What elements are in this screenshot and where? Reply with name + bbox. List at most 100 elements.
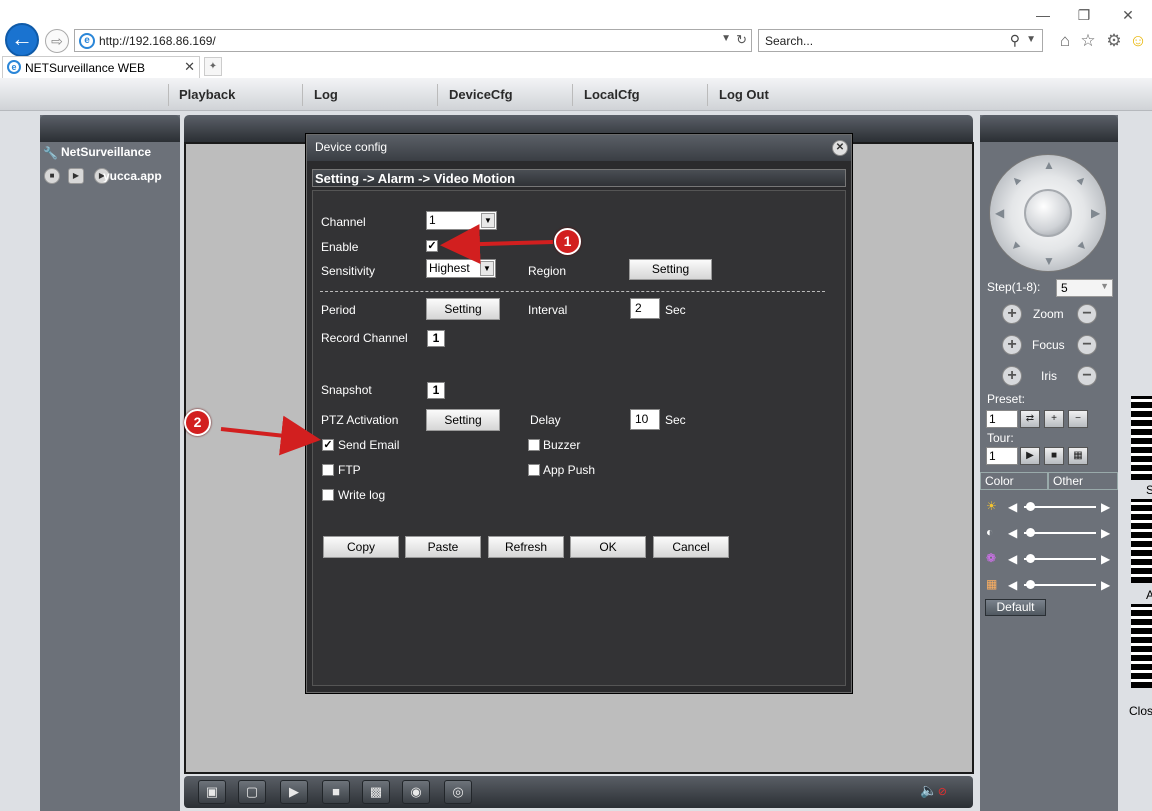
ptz-up-left-icon[interactable]: ▲ <box>1007 171 1025 189</box>
snapshot-channel-box[interactable]: 1 <box>427 382 445 399</box>
default-button[interactable]: Default <box>985 599 1046 616</box>
brightness-slider[interactable]: ☀ ◀ ▶ <box>984 499 1114 515</box>
slider-thumb[interactable] <box>1026 554 1035 563</box>
back-button[interactable]: ← <box>5 23 39 57</box>
channel-select[interactable]: 1 ▼ <box>426 211 497 230</box>
slider-right-icon[interactable]: ▶ <box>1101 578 1110 592</box>
close-window-icon[interactable]: ✕ <box>1116 6 1140 24</box>
home-icon[interactable]: ⌂ <box>1054 30 1076 52</box>
settings-gear-icon[interactable]: ⚙ <box>1103 30 1125 52</box>
write-log-checkbox[interactable] <box>322 489 334 501</box>
hue-slider[interactable]: ▦ ◀ ▶ <box>984 577 1114 593</box>
delay-input[interactable]: 10 <box>630 409 660 430</box>
ptz-down-left-icon[interactable]: ▼ <box>1007 237 1025 255</box>
slider-left-icon[interactable]: ◀ <box>1008 526 1017 540</box>
menu-devicecfg[interactable]: DeviceCfg <box>449 87 513 102</box>
play-icon[interactable]: ▶ <box>68 168 84 184</box>
new-tab-button[interactable]: ✦ <box>204 57 222 76</box>
paste-button[interactable]: Paste <box>405 536 481 558</box>
sensitivity-select[interactable]: Highest ▼ <box>426 259 496 278</box>
ok-button[interactable]: OK <box>570 536 646 558</box>
search-dropdown-icon[interactable]: ▼ <box>1026 34 1036 45</box>
search-box[interactable]: Search... ⚲ ▼ <box>758 29 1043 52</box>
browser-tab[interactable]: e NETSurveillance WEB ✕ <box>2 56 200 78</box>
snapshot-icon[interactable]: ▩ <box>362 780 390 804</box>
start-all-icon[interactable]: ▶ <box>280 780 308 804</box>
address-bar[interactable]: e http://192.168.86.169/ ▼ ↻ <box>74 29 752 52</box>
cancel-button[interactable]: Cancel <box>653 536 729 558</box>
search-icon[interactable]: ⚲ <box>1010 32 1020 49</box>
slider-left-icon[interactable]: ◀ <box>1008 500 1017 514</box>
refresh-button[interactable]: Refresh <box>488 536 564 558</box>
slider-right-icon[interactable]: ▶ <box>1101 552 1110 566</box>
iris-close-button[interactable]: − <box>1077 366 1097 386</box>
app-push-checkbox[interactable] <box>528 464 540 476</box>
preset-add-icon[interactable]: + <box>1044 410 1064 428</box>
slider-right-icon[interactable]: ▶ <box>1101 526 1110 540</box>
favorites-star-icon[interactable]: ☆ <box>1077 30 1099 52</box>
zoom-in-button[interactable]: + <box>1002 304 1022 324</box>
ptz-up-right-icon[interactable]: ▲ <box>1073 171 1091 189</box>
preset-remove-icon[interactable]: − <box>1068 410 1088 428</box>
stop-icon[interactable]: ■ <box>44 168 60 184</box>
preset-input[interactable]: 1 <box>986 410 1018 428</box>
menu-playback[interactable]: Playback <box>179 87 235 102</box>
interval-input[interactable]: 2 <box>630 298 660 319</box>
ptz-down-right-icon[interactable]: ▼ <box>1073 237 1091 255</box>
search-input[interactable]: Search... <box>765 34 813 48</box>
focus-out-button[interactable]: − <box>1077 335 1097 355</box>
enable-checkbox[interactable]: ✓ <box>426 240 438 252</box>
single-view-icon[interactable]: ▢ <box>238 780 266 804</box>
focus-in-button[interactable]: + <box>1002 335 1022 355</box>
send-email-checkbox[interactable]: ✓ <box>322 439 334 451</box>
tab-close-icon[interactable]: ✕ <box>184 59 195 75</box>
tree-root-label[interactable]: NetSurveillance <box>61 145 151 159</box>
ptz-down-icon[interactable]: ▼ <box>1043 254 1055 268</box>
close-link[interactable]: Clos <box>1129 704 1152 718</box>
saturation-slider[interactable]: ❁ ◀ ▶ <box>984 551 1114 567</box>
address-dropdown-icon[interactable]: ▼ <box>721 33 731 44</box>
slider-thumb[interactable] <box>1026 528 1035 537</box>
feedback-smiley-icon[interactable]: ☺ <box>1127 30 1149 52</box>
mute-icon[interactable]: 🔈⊘ <box>920 782 947 799</box>
tour-input[interactable]: 1 <box>986 447 1018 465</box>
record-channel-box[interactable]: 1 <box>427 330 445 347</box>
tour-stop-icon[interactable]: ■ <box>1044 447 1064 465</box>
ptz-left-icon[interactable]: ◀ <box>995 206 1004 220</box>
minimize-icon[interactable]: — <box>1031 6 1055 24</box>
slider-right-icon[interactable]: ▶ <box>1101 500 1110 514</box>
slider-left-icon[interactable]: ◀ <box>1008 552 1017 566</box>
iris-open-button[interactable]: + <box>1002 366 1022 386</box>
region-setting-button[interactable]: Setting <box>629 259 712 280</box>
device-name[interactable]: yucca.app <box>103 169 162 183</box>
contrast-slider[interactable]: ◐ ◀ ▶ <box>984 525 1114 541</box>
step-select[interactable]: 5 ▼ <box>1056 279 1113 297</box>
buzzer-checkbox[interactable] <box>528 439 540 451</box>
restore-icon[interactable]: ❐ <box>1072 6 1096 24</box>
ptz-setting-button[interactable]: Setting <box>426 409 500 431</box>
ptz-center-button[interactable] <box>1024 189 1072 237</box>
stop-all-icon[interactable]: ■ <box>322 780 350 804</box>
ptz-up-icon[interactable]: ▲ <box>1043 158 1055 172</box>
refresh-icon[interactable]: ↻ <box>736 32 747 48</box>
tab-other[interactable]: Other <box>1048 472 1118 490</box>
dialog-title[interactable]: Device config <box>307 135 851 161</box>
menu-logout[interactable]: Log Out <box>719 87 769 102</box>
tour-grid-icon[interactable]: ▦ <box>1068 447 1088 465</box>
copy-button[interactable]: Copy <box>323 536 399 558</box>
tab-color[interactable]: Color <box>980 472 1048 490</box>
period-setting-button[interactable]: Setting <box>426 298 500 320</box>
record-icon[interactable]: ◉ <box>402 780 430 804</box>
forward-button[interactable]: ⇨ <box>45 29 69 53</box>
menu-localcfg[interactable]: LocalCfg <box>584 87 640 102</box>
ptz-right-icon[interactable]: ▶ <box>1091 206 1100 220</box>
stop-record-icon[interactable]: ◎ <box>444 780 472 804</box>
slider-thumb[interactable] <box>1026 580 1035 589</box>
ftp-checkbox[interactable] <box>322 464 334 476</box>
slider-left-icon[interactable]: ◀ <box>1008 578 1017 592</box>
menu-log[interactable]: Log <box>314 87 338 102</box>
fullscreen-icon[interactable]: ▣ <box>198 780 226 804</box>
tour-play-icon[interactable]: ▶ <box>1020 447 1040 465</box>
preset-goto-icon[interactable]: ⇄ <box>1020 410 1040 428</box>
zoom-out-button[interactable]: − <box>1077 304 1097 324</box>
